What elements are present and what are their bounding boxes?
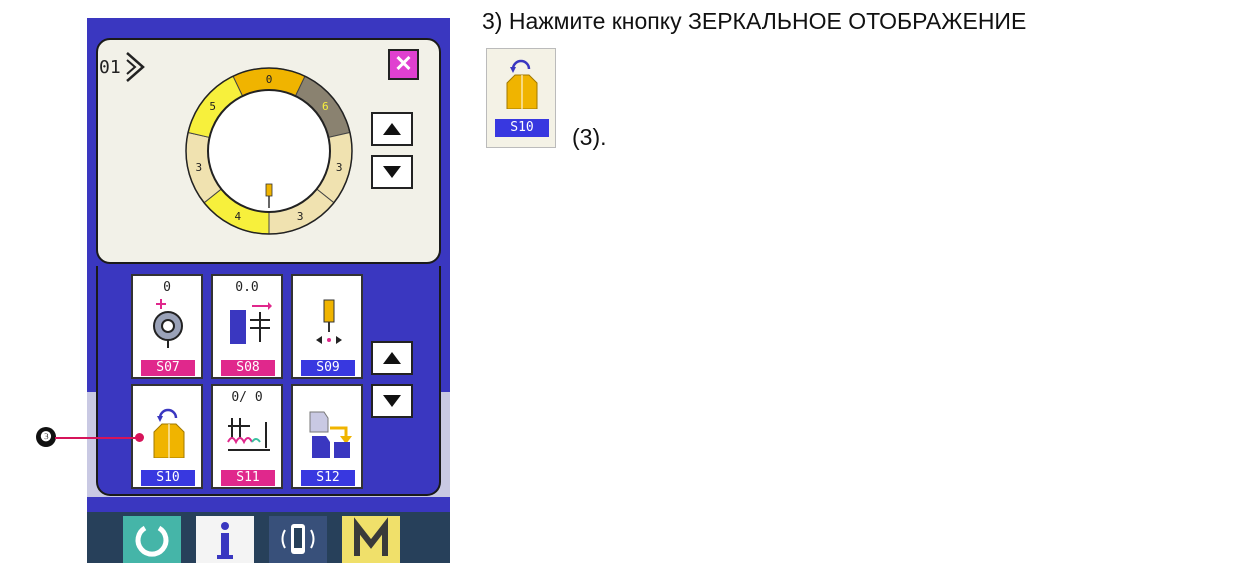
ring-segment-label: 5 (209, 100, 216, 113)
thread-tension-icon (153, 299, 183, 348)
tile-code: S09 (301, 360, 355, 376)
ring-segment-label: 4 (234, 210, 241, 223)
pattern-number: 01 (97, 49, 147, 85)
tile-code: S07 (141, 360, 195, 376)
triangle-up-icon (383, 123, 401, 135)
reference-code: S10 (495, 119, 549, 137)
pattern-number-label: 01 (99, 57, 121, 78)
function-tile-s07[interactable]: 0 S07 (131, 274, 203, 379)
triangle-up-icon (383, 352, 401, 364)
info-key[interactable] (196, 516, 254, 563)
tile-code: S12 (301, 470, 355, 486)
ring-segment-label: 3 (336, 161, 343, 174)
callout-marker: ❸ (36, 427, 56, 447)
callout-leader-end (135, 433, 144, 442)
function-tile-s12[interactable]: S12 (291, 384, 363, 489)
needle-position-icon (316, 299, 342, 344)
instruction-text: 3) Нажмите кнопку ЗЕРКАЛЬНОЕ ОТОБРАЖЕНИЕ (482, 8, 1027, 34)
info-icon (217, 522, 233, 559)
tile-code: S10 (141, 470, 195, 486)
callout-leader-line (55, 437, 138, 439)
ready-icon (135, 525, 169, 557)
ring-scroll-down-button[interactable] (371, 155, 413, 189)
tile-code: S08 (221, 360, 275, 376)
tile-value: 0 (163, 280, 171, 295)
function-scroll-up-button[interactable] (371, 341, 413, 375)
ring-scroll-up-button[interactable] (371, 112, 413, 146)
x-icon: ✕ (394, 51, 413, 76)
function-tile-s08[interactable]: 0.0 S08 (211, 274, 283, 379)
triangle-down-icon (383, 166, 401, 178)
communication-key[interactable] (269, 516, 327, 563)
ring-segment-label: 3 (195, 161, 202, 174)
mode-key[interactable] (342, 516, 400, 563)
device-panel: 01 ✕ 0 6 3 3 4 3 5 0 S07 0.0 S08 S09 S10 0/ 0 … (87, 18, 450, 563)
stitch-ring-diagram: 0 6 3 3 4 3 5 (185, 67, 353, 235)
ring-segment-label: 0 (266, 73, 273, 86)
mirror-image-icon (506, 59, 538, 109)
close-button[interactable]: ✕ (388, 49, 419, 80)
feed-adjust-icon (230, 302, 272, 344)
tile-value: 0.0 (235, 280, 259, 295)
communication-icon (281, 524, 315, 554)
triangle-down-icon (383, 395, 401, 407)
mirror-button-reference: S10 (486, 48, 556, 148)
mirror-image-icon (153, 408, 185, 458)
ring-segment-label: 3 (297, 210, 304, 223)
ready-key[interactable] (123, 516, 181, 563)
instruction-suffix: (3). (572, 124, 607, 150)
function-scroll-down-button[interactable] (371, 384, 413, 418)
function-tile-s09[interactable]: S09 (291, 274, 363, 379)
ring-segment-label: 6 (322, 100, 329, 113)
tile-value: 0/ 0 (231, 390, 263, 405)
stitch-count-icon (227, 418, 270, 451)
function-tile-s11[interactable]: 0/ 0 S11 (211, 384, 283, 489)
tile-code: S11 (221, 470, 275, 486)
mode-icon (354, 517, 388, 556)
pattern-change-icon (309, 411, 352, 458)
